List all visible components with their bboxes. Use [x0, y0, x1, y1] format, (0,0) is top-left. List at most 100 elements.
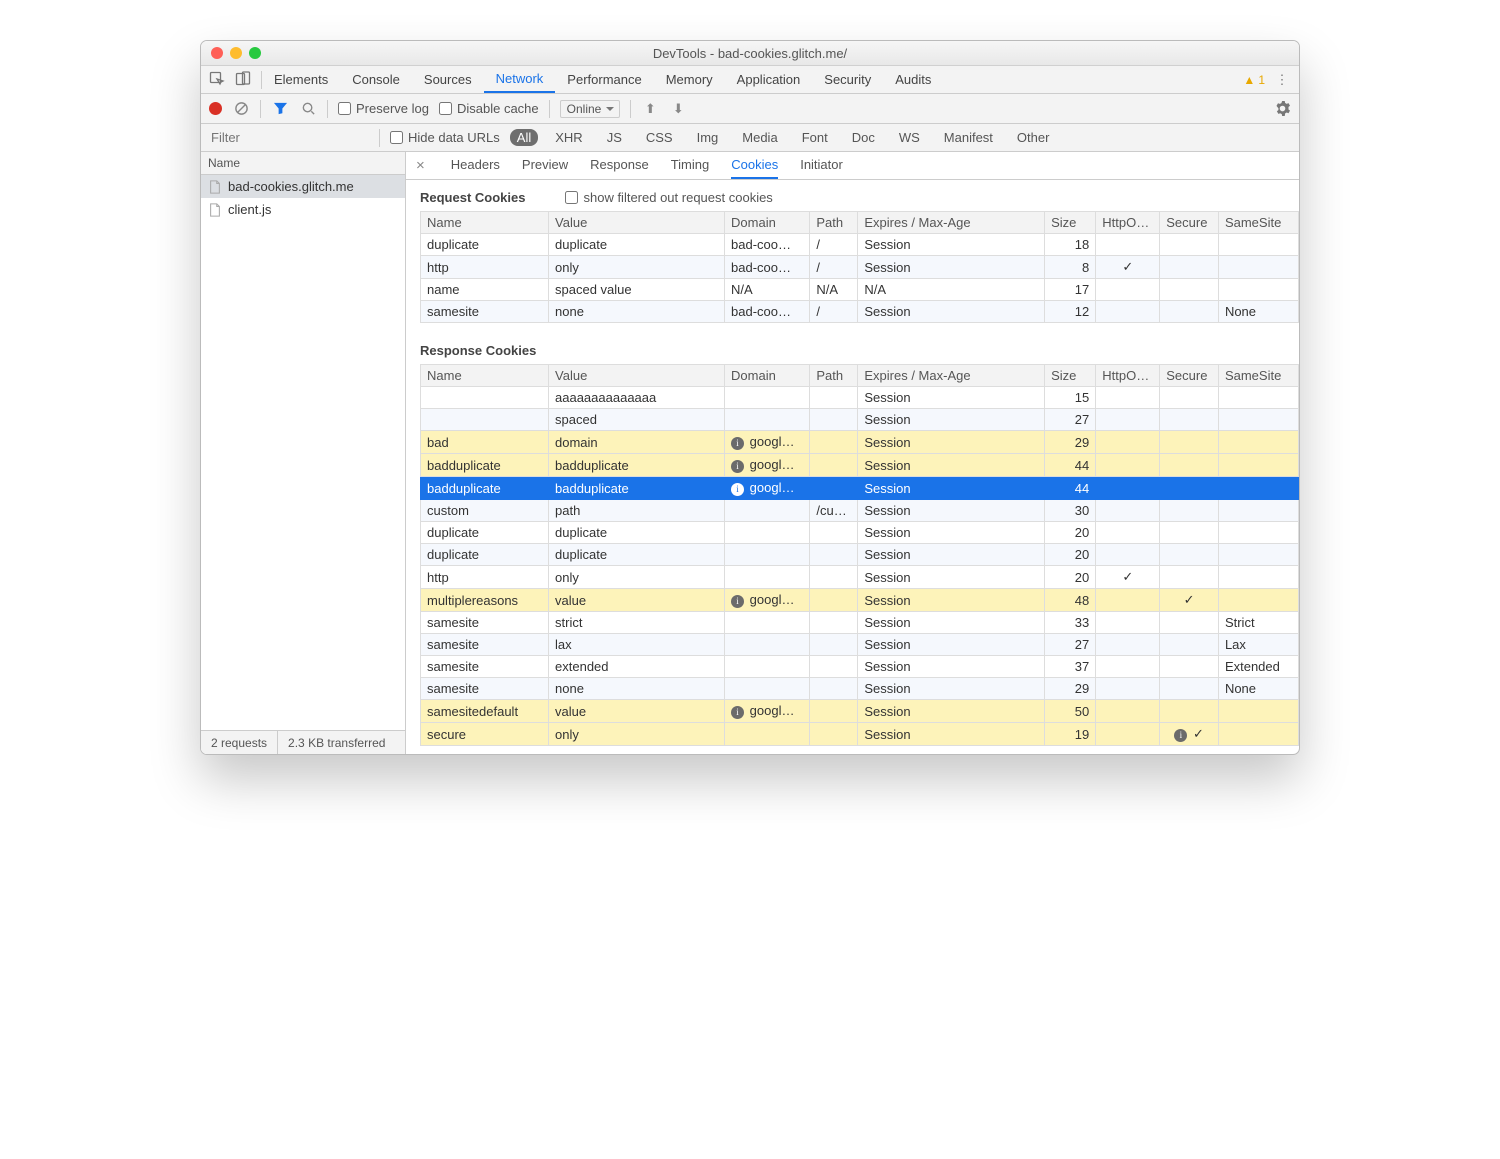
cookie-row[interactable]: aaaaaaaaaaaaaaSession15	[421, 387, 1299, 409]
filter-type-all[interactable]: All	[510, 129, 538, 146]
cookie-row[interactable]: samesitedefaultvaluei googl…Session50	[421, 700, 1299, 723]
cookie-row[interactable]: badduplicatebadduplicatei googl…Session4…	[421, 477, 1299, 500]
more-options-icon[interactable]: ⋮	[1273, 72, 1291, 88]
search-icon[interactable]	[299, 100, 317, 118]
filter-type-js[interactable]: JS	[600, 129, 629, 146]
filter-input[interactable]	[209, 129, 369, 146]
main-tab-security[interactable]: Security	[812, 66, 883, 93]
detail-tab-cookies[interactable]: Cookies	[731, 152, 778, 179]
sidebar-header: Name	[201, 152, 405, 175]
detail-tab-headers[interactable]: Headers	[451, 152, 500, 179]
upload-icon[interactable]: ⬆	[641, 100, 659, 118]
filter-type-img[interactable]: Img	[690, 129, 726, 146]
cookie-row[interactable]: duplicateduplicatebad-coo…/Session18	[421, 234, 1299, 256]
filter-type-doc[interactable]: Doc	[845, 129, 882, 146]
cookie-row[interactable]: custompath/cu…Session30	[421, 500, 1299, 522]
column-header[interactable]: Path	[810, 365, 858, 387]
cookie-row[interactable]: samesitenoneSession29None	[421, 678, 1299, 700]
filter-type-ws[interactable]: WS	[892, 129, 927, 146]
response-cookies-table: NameValueDomainPathExpires / Max-AgeSize…	[420, 364, 1299, 746]
column-header[interactable]: Domain	[725, 212, 810, 234]
filter-type-manifest[interactable]: Manifest	[937, 129, 1000, 146]
preserve-log-check[interactable]: Preserve log	[338, 101, 429, 116]
cookie-row[interactable]: samesitenonebad-coo…/Session12None	[421, 301, 1299, 323]
cookie-row[interactable]: duplicateduplicateSession20	[421, 522, 1299, 544]
column-header[interactable]: SameSite	[1218, 212, 1298, 234]
titlebar: DevTools - bad-cookies.glitch.me/	[201, 41, 1299, 66]
transferred-size: 2.3 KB transferred	[278, 731, 395, 754]
info-icon: i	[731, 460, 744, 473]
cookie-row[interactable]: baddomaini googl…Session29	[421, 431, 1299, 454]
detail-tab-response[interactable]: Response	[590, 152, 649, 179]
column-header[interactable]: HttpO…	[1096, 365, 1160, 387]
filter-type-css[interactable]: CSS	[639, 129, 680, 146]
record-button[interactable]	[209, 102, 222, 115]
inspect-element-icon[interactable]	[209, 71, 227, 89]
cookie-row[interactable]: namespaced valueN/AN/AN/A17	[421, 279, 1299, 301]
status-bar: 2 requests 2.3 KB transferred	[201, 730, 405, 754]
cookie-row[interactable]: multiplereasonsvaluei googl…Session48✓	[421, 589, 1299, 612]
cookie-row[interactable]: httponlybad-coo…/Session8✓	[421, 256, 1299, 279]
filter-type-media[interactable]: Media	[735, 129, 784, 146]
main-tab-sources[interactable]: Sources	[412, 66, 484, 93]
filter-type-xhr[interactable]: XHR	[548, 129, 589, 146]
request-cookies-table: NameValueDomainPathExpires / Max-AgeSize…	[420, 211, 1299, 323]
cookie-row[interactable]: samesiteextendedSession37Extended	[421, 656, 1299, 678]
requests-sidebar: Name bad-cookies.glitch.meclient.js 2 re…	[201, 152, 406, 754]
show-filtered-check[interactable]: show filtered out request cookies	[565, 190, 772, 205]
main-tabs-bar: ElementsConsoleSourcesNetworkPerformance…	[201, 66, 1299, 94]
filter-icon[interactable]	[271, 100, 289, 118]
cookie-row[interactable]: httponlySession20✓	[421, 566, 1299, 589]
column-header[interactable]: Name	[421, 212, 549, 234]
detail-tab-preview[interactable]: Preview	[522, 152, 568, 179]
request-row[interactable]: bad-cookies.glitch.me	[201, 175, 405, 198]
main-tab-memory[interactable]: Memory	[654, 66, 725, 93]
cookie-row[interactable]: samesitelaxSession27Lax	[421, 634, 1299, 656]
column-header[interactable]: Domain	[725, 365, 810, 387]
main-tab-console[interactable]: Console	[340, 66, 412, 93]
info-icon: i	[731, 483, 744, 496]
filter-type-font[interactable]: Font	[795, 129, 835, 146]
settings-gear-icon[interactable]	[1273, 100, 1291, 118]
warnings-badge[interactable]: ▲ 1	[1243, 73, 1265, 87]
cookie-row[interactable]: secureonlySession19i ✓	[421, 723, 1299, 746]
cookie-row[interactable]: samesitestrictSession33Strict	[421, 612, 1299, 634]
filter-bar: Hide data URLs All XHR JS CSS Img Media Font Do…	[201, 124, 1299, 152]
download-icon[interactable]: ⬇	[669, 100, 687, 118]
column-header[interactable]: Secure	[1160, 365, 1219, 387]
column-header[interactable]: Secure	[1160, 212, 1219, 234]
file-icon	[208, 203, 222, 217]
info-icon: i	[1174, 729, 1187, 742]
column-header[interactable]: Size	[1045, 365, 1096, 387]
column-header[interactable]: Name	[421, 365, 549, 387]
column-header[interactable]: Size	[1045, 212, 1096, 234]
network-toolbar: Preserve log Disable cache Online ⬆ ⬇	[201, 94, 1299, 124]
column-header[interactable]: Expires / Max-Age	[858, 212, 1045, 234]
throttling-select[interactable]: Online	[560, 100, 621, 118]
window-title: DevTools - bad-cookies.glitch.me/	[201, 46, 1299, 61]
cookie-row[interactable]: duplicateduplicateSession20	[421, 544, 1299, 566]
detail-tab-timing[interactable]: Timing	[671, 152, 710, 179]
column-header[interactable]: HttpO…	[1096, 212, 1160, 234]
detail-pane: × Headers Preview Response Timing Cookies Ini…	[406, 152, 1299, 754]
column-header[interactable]: Value	[549, 365, 725, 387]
main-tab-elements[interactable]: Elements	[262, 66, 340, 93]
device-toolbar-icon[interactable]	[235, 71, 253, 89]
close-detail-icon[interactable]: ×	[412, 157, 429, 174]
detail-tab-initiator[interactable]: Initiator	[800, 152, 843, 179]
main-tab-audits[interactable]: Audits	[883, 66, 943, 93]
cookie-row[interactable]: spacedSession27	[421, 409, 1299, 431]
hide-data-urls-check[interactable]: Hide data URLs	[390, 130, 500, 145]
main-tab-application[interactable]: Application	[725, 66, 813, 93]
cookie-row[interactable]: badduplicatebadduplicatei googl…Session4…	[421, 454, 1299, 477]
column-header[interactable]: SameSite	[1218, 365, 1298, 387]
request-row[interactable]: client.js	[201, 198, 405, 221]
main-tab-network[interactable]: Network	[484, 66, 556, 93]
column-header[interactable]: Path	[810, 212, 858, 234]
disable-cache-check[interactable]: Disable cache	[439, 101, 539, 116]
column-header[interactable]: Value	[549, 212, 725, 234]
main-tab-performance[interactable]: Performance	[555, 66, 653, 93]
filter-type-other[interactable]: Other	[1010, 129, 1057, 146]
clear-icon[interactable]	[232, 100, 250, 118]
column-header[interactable]: Expires / Max-Age	[858, 365, 1045, 387]
